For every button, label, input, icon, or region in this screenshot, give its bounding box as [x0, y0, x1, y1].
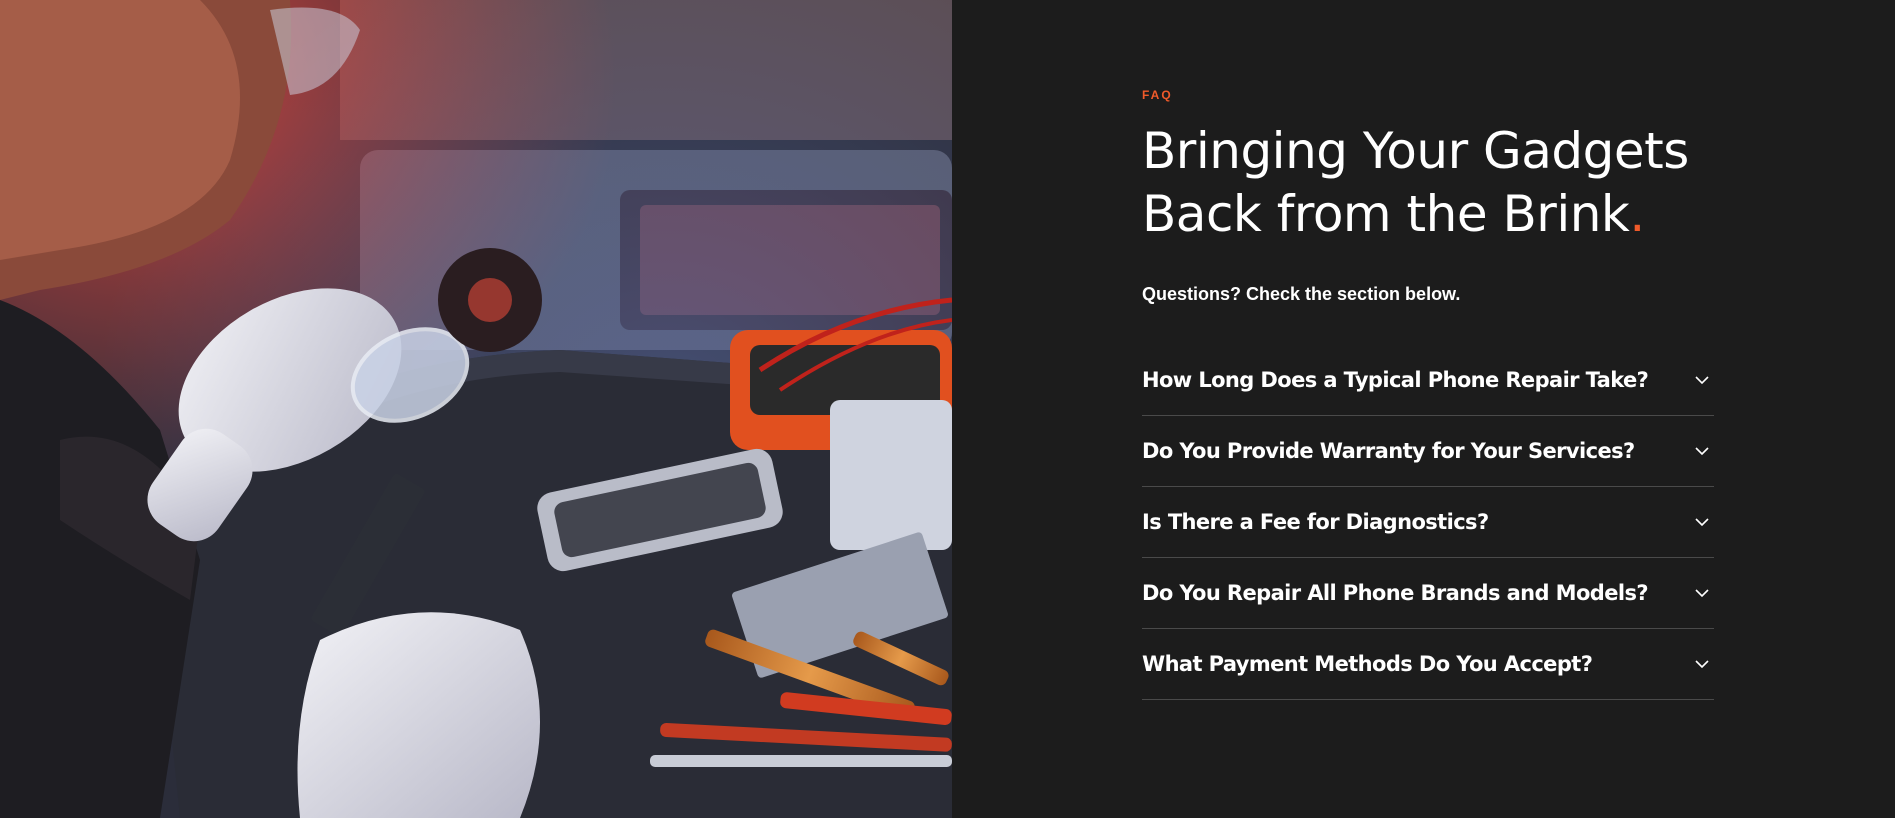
technician-repair-photo: [0, 0, 952, 818]
section-subtitle: Questions? Check the section below.: [1142, 284, 1461, 304]
faq-accordion: How Long Does a Typical Phone Repair Tak…: [1142, 345, 1714, 700]
faq-section: FAQ Bringing Your Gadgets Back from the …: [0, 0, 1895, 818]
faq-question: Do You Provide Warranty for Your Service…: [1142, 439, 1635, 463]
chevron-down-icon[interactable]: [1692, 370, 1712, 390]
faq-question: Do You Repair All Phone Brands and Model…: [1142, 581, 1649, 605]
faq-item-repair-time[interactable]: How Long Does a Typical Phone Repair Tak…: [1142, 345, 1714, 416]
faq-item-brands[interactable]: Do You Repair All Phone Brands and Model…: [1142, 558, 1714, 629]
faq-item-payment[interactable]: What Payment Methods Do You Accept?: [1142, 629, 1714, 700]
chevron-down-icon[interactable]: [1692, 583, 1712, 603]
heading-accent-dot: .: [1629, 185, 1645, 243]
heading-line-1: Bringing Your Gadgets: [1142, 122, 1689, 180]
faq-question: Is There a Fee for Diagnostics?: [1142, 510, 1489, 534]
faq-item-warranty[interactable]: Do You Provide Warranty for Your Service…: [1142, 416, 1714, 487]
faq-panel: FAQ Bringing Your Gadgets Back from the …: [952, 0, 1895, 818]
faq-content: FAQ Bringing Your Gadgets Back from the …: [1142, 88, 1714, 716]
heading-line-2: Back from the Brink.: [1142, 183, 1714, 246]
faq-item-diagnostics-fee[interactable]: Is There a Fee for Diagnostics?: [1142, 487, 1714, 558]
chevron-down-icon[interactable]: [1692, 441, 1712, 461]
section-heading: Bringing Your Gadgets Back from the Brin…: [1142, 120, 1714, 246]
heading-line-2-text: Back from the Brink: [1142, 185, 1630, 243]
chevron-down-icon[interactable]: [1692, 654, 1712, 674]
chevron-down-icon[interactable]: [1692, 512, 1712, 532]
faq-question: How Long Does a Typical Phone Repair Tak…: [1142, 368, 1649, 392]
section-eyebrow: FAQ: [1142, 88, 1173, 102]
faq-question: What Payment Methods Do You Accept?: [1142, 652, 1593, 676]
